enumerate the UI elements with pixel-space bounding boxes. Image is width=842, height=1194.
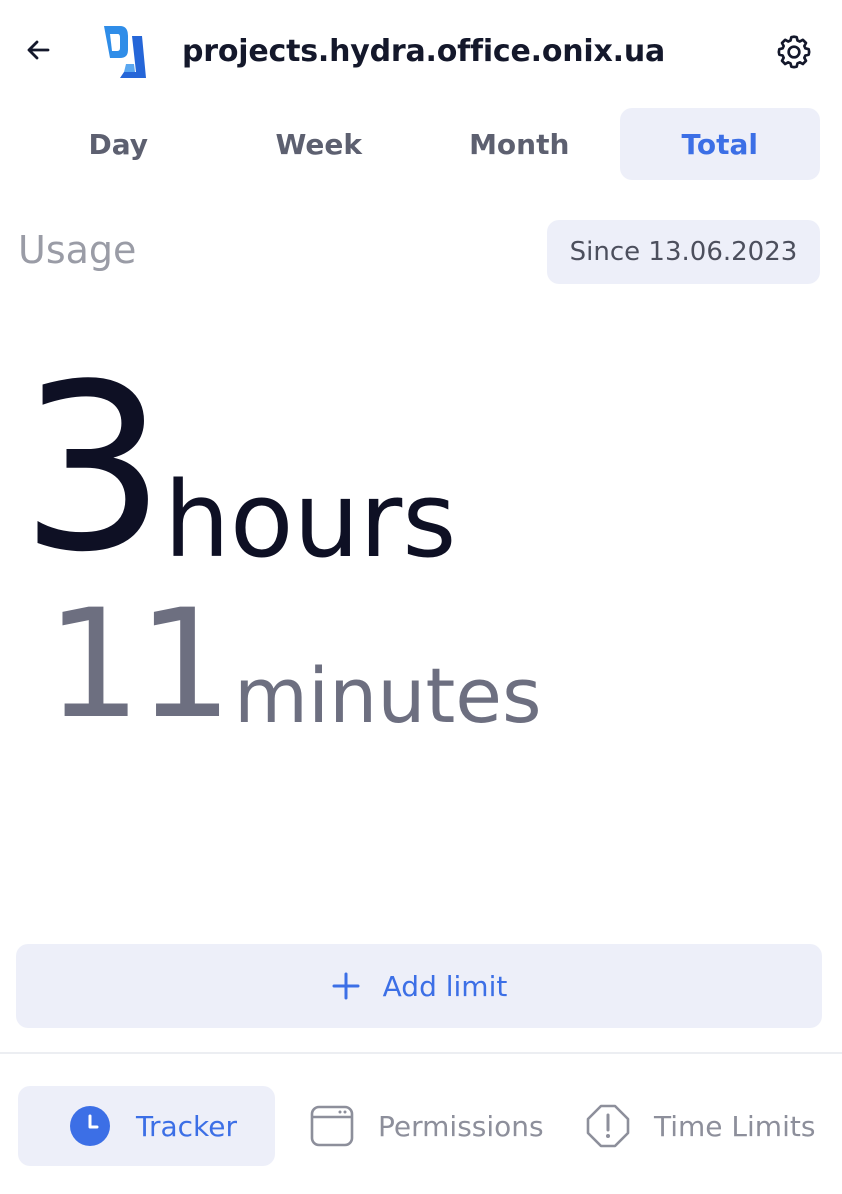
nav-tracker-label: Tracker xyxy=(136,1109,238,1143)
tab-week[interactable]: Week xyxy=(219,108,420,180)
clock-icon xyxy=(70,1106,110,1146)
since-date-badge[interactable]: Since 13.06.2023 xyxy=(547,220,820,284)
nav-tracker[interactable]: Tracker xyxy=(18,1086,275,1166)
period-tabs: Day Week Month Total xyxy=(18,108,820,180)
site-logo-icon xyxy=(104,26,146,78)
add-limit-label: Add limit xyxy=(382,969,508,1003)
alert-octagon-icon xyxy=(586,1104,630,1148)
nav-time-limits-label: Time Limits xyxy=(654,1109,816,1143)
browser-window-icon xyxy=(310,1105,354,1147)
plus-icon xyxy=(332,972,360,1000)
tab-month[interactable]: Month xyxy=(419,108,620,180)
hours-value: 3 xyxy=(20,336,166,603)
minutes-value: 11 xyxy=(46,578,233,752)
hours-unit: hours xyxy=(164,459,457,581)
site-title: projects.hydra.office.onix.ua xyxy=(182,34,666,69)
settings-button[interactable] xyxy=(770,28,818,76)
nav-permissions[interactable]: Permissions xyxy=(306,1086,546,1166)
back-button[interactable] xyxy=(16,28,60,72)
tab-total[interactable]: Total xyxy=(619,108,820,180)
gear-icon xyxy=(777,35,811,69)
nav-time-limits[interactable]: Time Limits xyxy=(584,1086,824,1166)
minutes-unit: minutes xyxy=(234,651,542,740)
bottom-nav: Tracker Permissions Time Limits xyxy=(0,1054,842,1194)
page: projects.hydra.office.onix.ua Day Week M… xyxy=(0,0,842,1194)
header: projects.hydra.office.onix.ua xyxy=(0,0,842,104)
arrow-left-icon xyxy=(27,40,50,60)
add-limit-button[interactable]: Add limit xyxy=(16,944,822,1028)
nav-permissions-label: Permissions xyxy=(378,1109,544,1143)
usage-heading: Usage xyxy=(18,228,137,272)
tab-day[interactable]: Day xyxy=(18,108,219,180)
